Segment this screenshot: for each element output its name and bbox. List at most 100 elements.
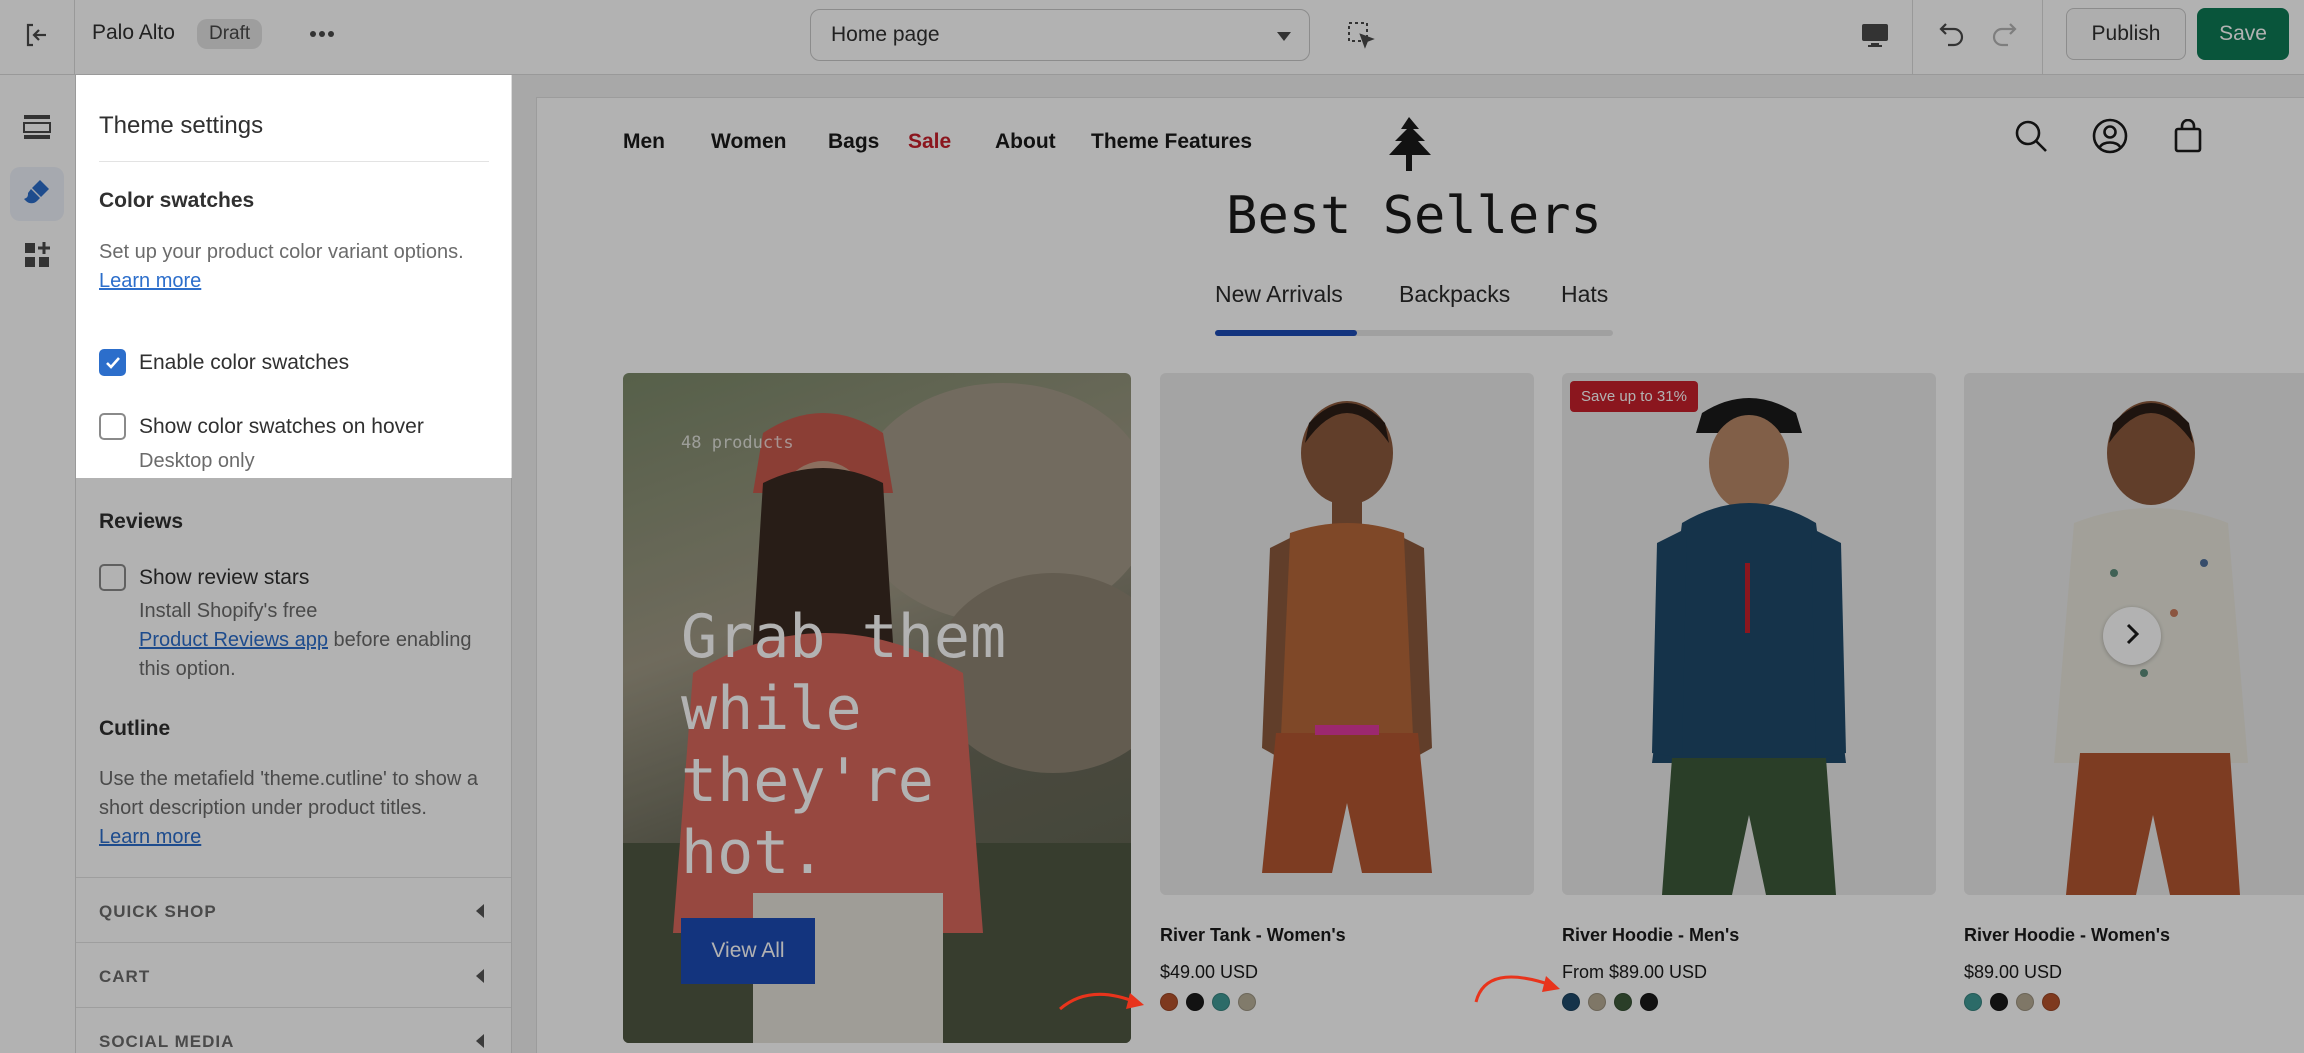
collection-tabs: New Arrivals Backpacks Hats (1215, 281, 1613, 341)
color-swatch[interactable] (1588, 993, 1606, 1011)
review-stars-note: Install Shopify's free Product Reviews a… (139, 597, 489, 684)
chevron-down-icon (1277, 32, 1291, 41)
section-title: Best Sellers (1226, 186, 1602, 246)
exit-editor-button[interactable] (0, 0, 75, 75)
product-reviews-app-link[interactable]: Product Reviews app (139, 629, 328, 651)
sale-badge: Save up to 31% (1570, 381, 1698, 412)
nav-theme-features[interactable]: Theme Features (1091, 130, 1252, 154)
cutline-heading: Cutline (99, 717, 171, 740)
color-swatch[interactable] (2016, 993, 2034, 1011)
show-review-stars-label: Show review stars (139, 565, 310, 589)
search-button[interactable] (2011, 118, 2051, 158)
callout-arrow-icon (1059, 992, 1144, 1011)
swatches-on-hover-label: Show color swatches on hover (139, 414, 424, 438)
account-button[interactable] (2090, 118, 2130, 158)
redo-button[interactable] (1982, 14, 2026, 60)
color-swatch[interactable] (1238, 993, 1256, 1011)
toolbar-divider (2042, 0, 2043, 75)
product-image[interactable]: Save up to 31% (1562, 373, 1936, 895)
show-review-stars-checkbox[interactable] (99, 564, 126, 591)
accordion-cart[interactable]: CART (76, 942, 511, 1007)
product-photo (1262, 401, 1432, 873)
accordion-quick-shop[interactable]: QUICK SHOP (76, 877, 511, 942)
nav-men[interactable]: Men (623, 130, 665, 154)
save-button[interactable]: Save (2197, 8, 2289, 60)
cutline-learn-more-link[interactable]: Learn more (99, 826, 201, 848)
color-swatch[interactable] (1614, 993, 1632, 1011)
tree-logo-icon (1385, 117, 1433, 177)
store-preview: Men Women Bags Sale About Theme Features… (536, 97, 2304, 1053)
tab-new-arrivals[interactable]: New Arrivals (1215, 281, 1343, 308)
panel-title: Theme settings (99, 112, 264, 139)
chevron-right-icon (2124, 622, 2140, 651)
toolbar-divider (1912, 0, 1913, 75)
learn-more-link[interactable]: Learn more (99, 270, 201, 292)
nav-women[interactable]: Women (711, 130, 786, 154)
tab-backpacks[interactable]: Backpacks (1399, 281, 1510, 308)
enable-color-swatches-row[interactable]: Enable color swatches (99, 349, 349, 376)
page-selector[interactable]: Home page (810, 9, 1310, 61)
product-price: $49.00 USD (1160, 962, 1259, 982)
color-swatches (1964, 993, 2060, 1011)
undo-button[interactable] (1930, 14, 1974, 60)
account-icon (2092, 118, 2128, 159)
desktop-only-note: Desktop only (139, 450, 255, 472)
shopping-bag-icon (2172, 118, 2204, 158)
apps-icon (23, 241, 51, 274)
theme-settings-button[interactable] (10, 167, 64, 221)
product-price: $89.00 USD (1964, 962, 2063, 982)
publish-button[interactable]: Publish (2066, 8, 2186, 60)
color-swatch[interactable] (1640, 993, 1658, 1011)
sections-icon (23, 114, 51, 145)
cutline-help-text: Use the metafield 'theme.cutline' to sho… (99, 768, 478, 819)
color-swatch[interactable] (1212, 993, 1230, 1011)
sections-button[interactable] (10, 102, 64, 156)
product-title[interactable]: River Hoodie - Men's (1562, 925, 1739, 946)
select-cursor-icon (1346, 20, 1376, 55)
product-photo (1652, 398, 1846, 895)
show-review-stars-row[interactable]: Show review stars (99, 564, 309, 591)
color-swatch[interactable] (1186, 993, 1204, 1011)
tab-hats[interactable]: Hats (1561, 281, 1608, 308)
color-swatches (1562, 993, 1658, 1011)
ellipsis-icon (309, 25, 335, 43)
color-swatch[interactable] (1990, 993, 2008, 1011)
carousel-next-button[interactable] (2103, 607, 2161, 665)
more-actions-button[interactable] (300, 18, 344, 50)
swatches-on-hover-checkbox[interactable] (99, 413, 126, 440)
inspector-button[interactable] (1338, 14, 1384, 60)
redo-icon (1989, 20, 2019, 55)
accordion-label: SOCIAL MEDIA (99, 1032, 235, 1051)
desktop-icon (1860, 21, 1890, 54)
product-image[interactable] (1160, 373, 1534, 895)
paintbrush-icon (22, 177, 52, 212)
color-swatch[interactable] (1160, 993, 1178, 1011)
nav-sale[interactable]: Sale (908, 130, 951, 154)
product-title[interactable]: River Tank - Women's (1160, 925, 1346, 946)
accordion-label: QUICK SHOP (99, 902, 217, 921)
nav-about[interactable]: About (995, 130, 1056, 154)
nav-bags[interactable]: Bags (828, 130, 879, 154)
theme-settings-panel: Theme settings Color swatches Set up you… (76, 75, 512, 1053)
enable-color-swatches-checkbox[interactable] (99, 349, 126, 376)
tab-active-indicator (1215, 330, 1357, 336)
cart-button[interactable] (2168, 118, 2208, 158)
caret-left-icon (476, 1034, 484, 1048)
color-swatches (1160, 993, 1256, 1011)
color-swatches-help: Set up your product color variant option… (99, 238, 499, 296)
view-all-button[interactable]: View All (681, 918, 815, 984)
swatches-on-hover-row[interactable]: Show color swatches on hover (99, 413, 424, 440)
store-logo[interactable] (1385, 115, 1433, 178)
apps-button[interactable] (10, 230, 64, 284)
search-icon (2014, 119, 2048, 158)
store-name: Palo Alto (92, 21, 175, 44)
enable-color-swatches-label: Enable color swatches (139, 350, 350, 374)
divider (99, 161, 489, 162)
device-preview-button[interactable] (1852, 14, 1898, 60)
accordion-social-media[interactable]: SOCIAL MEDIA (76, 1007, 511, 1053)
callout-arrow-icon (1474, 975, 1560, 1003)
color-swatch[interactable] (2042, 993, 2060, 1011)
product-title[interactable]: River Hoodie - Women's (1964, 925, 2170, 946)
collection-hero[interactable]: 48 products Grab them while they're hot.… (623, 373, 1131, 1043)
color-swatch[interactable] (1964, 993, 1982, 1011)
